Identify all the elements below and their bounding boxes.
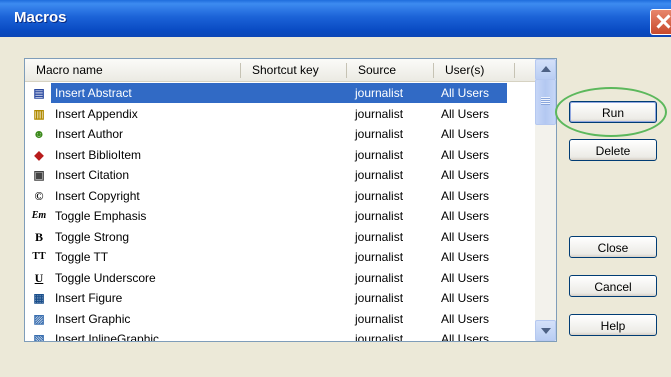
macro-row[interactable]: © Insert Copyright journalist All Users (25, 186, 535, 206)
appendix-icon: ▥ (33, 106, 45, 121)
macro-source: journalist (355, 229, 404, 244)
macro-source: journalist (355, 311, 404, 326)
emphasis-icon: Em (31, 210, 47, 221)
delete-button[interactable]: Delete (569, 139, 657, 161)
macro-source: journalist (355, 270, 404, 285)
macro-users: All Users (441, 86, 490, 100)
macro-row[interactable]: ▥ Insert Appendix journalist All Users (25, 104, 535, 124)
macro-source: journalist (355, 209, 404, 223)
macro-row[interactable]: ▣ Insert Citation journalist All Users (25, 165, 535, 185)
scroll-up-arrow-icon[interactable] (535, 59, 556, 80)
macro-name: Insert Graphic (55, 311, 131, 326)
macro-name: Insert Copyright (55, 188, 140, 203)
macro-name: Toggle Emphasis (55, 209, 147, 223)
teletype-icon: TT (32, 251, 46, 262)
close-window-icon[interactable] (650, 9, 671, 35)
macro-users: All Users (441, 229, 490, 244)
underscore-icon: U (34, 270, 44, 285)
macro-name: Insert Figure (55, 291, 123, 305)
macro-row[interactable]: Em Toggle Emphasis journalist All Users (25, 206, 535, 226)
column-divider[interactable] (514, 63, 515, 78)
macro-users: All Users (441, 209, 490, 223)
macro-users: All Users (441, 291, 490, 305)
vertical-scrollbar[interactable] (535, 59, 556, 341)
macro-row[interactable]: ▨ Insert Graphic journalist All Users (25, 309, 535, 329)
column-header-source[interactable]: Source (347, 59, 433, 81)
macro-source: journalist (355, 86, 404, 100)
macro-users: All Users (441, 311, 490, 326)
macro-users: All Users (441, 270, 490, 285)
macro-row[interactable]: ▦ Insert Figure journalist All Users (25, 288, 535, 308)
macro-source: journalist (355, 250, 404, 264)
macro-name: Toggle Strong (55, 229, 130, 244)
run-button[interactable]: Run (569, 101, 657, 123)
column-header-users[interactable]: User(s) (434, 59, 514, 81)
macro-source: journalist (355, 147, 404, 162)
title-bar[interactable]: Macros (0, 0, 671, 37)
macro-row[interactable]: ◆ Insert BiblioItem journalist All Users (25, 145, 535, 165)
strong-icon: B (34, 229, 43, 244)
citation-icon: ▣ (33, 168, 45, 182)
macro-row[interactable]: B Toggle Strong journalist All Users (25, 227, 535, 247)
help-button[interactable]: Help (569, 314, 657, 336)
macro-name: Insert Citation (55, 168, 130, 182)
macro-row[interactable]: ▧ Insert InlineGraphic journalist All Users (25, 329, 535, 342)
macro-source: journalist (355, 188, 404, 203)
macro-source: journalist (355, 291, 404, 305)
macro-users: All Users (441, 106, 490, 121)
macro-name: Insert InlineGraphic (55, 332, 160, 342)
macro-name: Insert Abstract (55, 86, 132, 100)
macro-list[interactable]: Macro name Shortcut key Source User(s) ▤… (24, 58, 557, 342)
macro-users: All Users (441, 188, 490, 203)
macro-source: journalist (355, 332, 404, 342)
scroll-thumb[interactable] (535, 79, 556, 125)
macro-name: Insert Author (55, 127, 124, 141)
column-header-shortcut-key[interactable]: Shortcut key (241, 59, 346, 81)
figure-icon: ▦ (33, 291, 45, 305)
list-header: Macro name Shortcut key Source User(s) (25, 59, 535, 82)
macro-row[interactable]: ▤ Insert Abstract journalist All Users (25, 83, 535, 103)
column-header-macro-name[interactable]: Macro name (25, 59, 240, 81)
macro-row[interactable]: U Toggle Underscore journalist All Users (25, 268, 535, 288)
macro-row[interactable]: TT Toggle TT journalist All Users (25, 247, 535, 267)
macro-users: All Users (441, 168, 490, 182)
macro-source: journalist (355, 127, 404, 141)
macro-users: All Users (441, 127, 490, 141)
macro-row[interactable]: ☻ Insert Author journalist All Users (25, 124, 535, 144)
macro-users: All Users (441, 332, 490, 342)
copyright-icon: © (34, 188, 44, 203)
macro-name: Insert BiblioItem (55, 147, 142, 162)
macro-users: All Users (441, 250, 490, 264)
scroll-down-arrow-icon[interactable] (535, 320, 556, 341)
graphic-icon: ▨ (33, 311, 45, 326)
macro-name: Insert Appendix (55, 106, 138, 121)
macro-name: Toggle Underscore (55, 270, 156, 285)
close-button[interactable]: Close (569, 236, 657, 258)
macros-dialog: Macros Macro name Shortcut key Source Us… (0, 0, 671, 377)
window-title: Macros (14, 9, 67, 26)
inline-graphic-icon: ▧ (33, 332, 45, 342)
macro-source: journalist (355, 106, 404, 121)
biblio-book-icon: ◆ (34, 147, 44, 162)
macro-source: journalist (355, 168, 404, 182)
macro-name: Toggle TT (55, 250, 109, 264)
author-icon: ☻ (32, 127, 46, 141)
cancel-button[interactable]: Cancel (569, 275, 657, 297)
macro-users: All Users (441, 147, 490, 162)
abstract-icon: ▤ (33, 86, 45, 100)
